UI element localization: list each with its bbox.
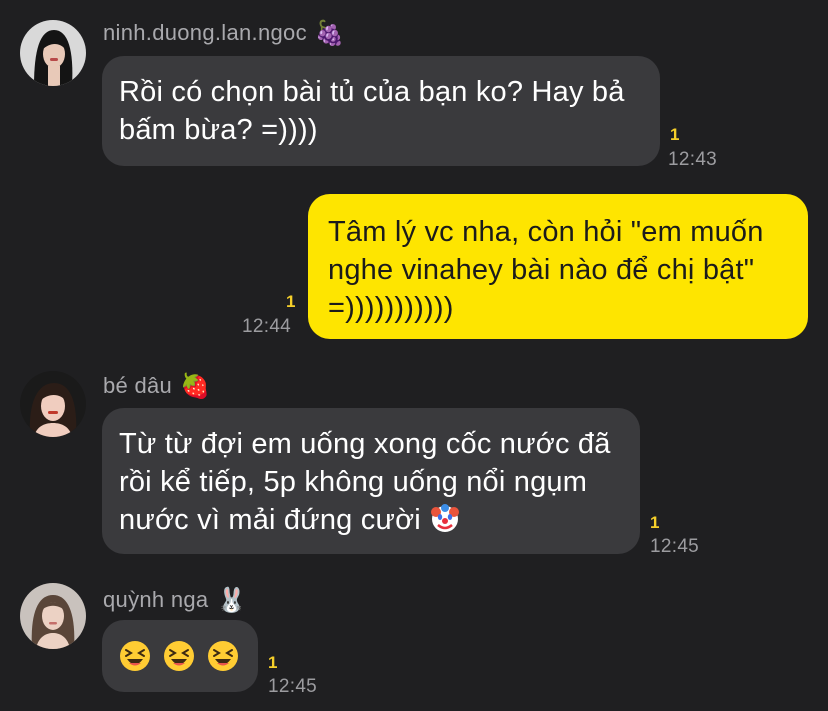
- unread-count: 1: [286, 292, 296, 311]
- sender-name: ninh.duong.lan.ngoc 🍇: [103, 20, 345, 46]
- message-line: Từ từ đợi em uống xong cốc nước đã: [119, 428, 611, 460]
- message-time: 12:43: [668, 149, 718, 170]
- message-time: 12:44: [242, 316, 292, 337]
- sender-name: bé dâu 🍓: [103, 373, 210, 399]
- laughing-face-icon: [118, 639, 152, 673]
- clown-face-icon: [429, 502, 461, 534]
- rabbit-face-icon: 🐰: [216, 586, 247, 614]
- message-time: 12:45: [268, 676, 318, 697]
- sender-name-text: bé dâu: [103, 373, 173, 398]
- message-line-last: nước vì mải đứng cười: [119, 501, 623, 539]
- unread-count: 1: [268, 653, 278, 672]
- sender-name-text: quỳnh nga: [103, 587, 209, 612]
- strawberry-icon: 🍓: [180, 372, 211, 400]
- message-bubble-outgoing[interactable]: Tâm lý vc nha, còn hỏi "em muốn nghe vin…: [308, 194, 808, 339]
- laughing-face-icon: [162, 639, 196, 673]
- message-line: Tâm lý vc nha, còn hỏi "em muốn: [328, 216, 764, 248]
- message-line: Rồi có chọn bài tủ của bạn ko? Hay bả: [119, 76, 625, 108]
- message-line: =))))))))))): [328, 292, 454, 324]
- grapes-icon: 🍇: [314, 19, 346, 47]
- avatar-quynh-nga[interactable]: [20, 583, 86, 649]
- avatar-be-dau[interactable]: [20, 371, 86, 437]
- message-line: nghe vinahey bài nào để chị bật": [328, 254, 755, 286]
- message-line-text: nước vì mải đứng cười: [119, 504, 421, 536]
- message-bubble[interactable]: Rồi có chọn bài tủ của bạn ko? Hay bả bấ…: [102, 56, 660, 166]
- message-time: 12:45: [650, 536, 700, 557]
- unread-count: 1: [670, 125, 680, 144]
- avatar-ninh-duong-lan-ngoc[interactable]: [20, 20, 86, 86]
- laughing-face-icon: [206, 639, 240, 673]
- message-bubble[interactable]: [102, 620, 258, 692]
- emoji-row: [118, 620, 242, 692]
- unread-count: 1: [650, 513, 660, 532]
- message-line: rồi kể tiếp, 5p không uống nổi ngụm: [119, 466, 588, 498]
- sender-name-text: ninh.duong.lan.ngoc: [103, 20, 307, 45]
- message-bubble[interactable]: Từ từ đợi em uống xong cốc nước đã rồi k…: [102, 408, 640, 554]
- message-line: bấm bừa? =)))): [119, 114, 318, 146]
- sender-name: quỳnh nga 🐰: [103, 587, 247, 613]
